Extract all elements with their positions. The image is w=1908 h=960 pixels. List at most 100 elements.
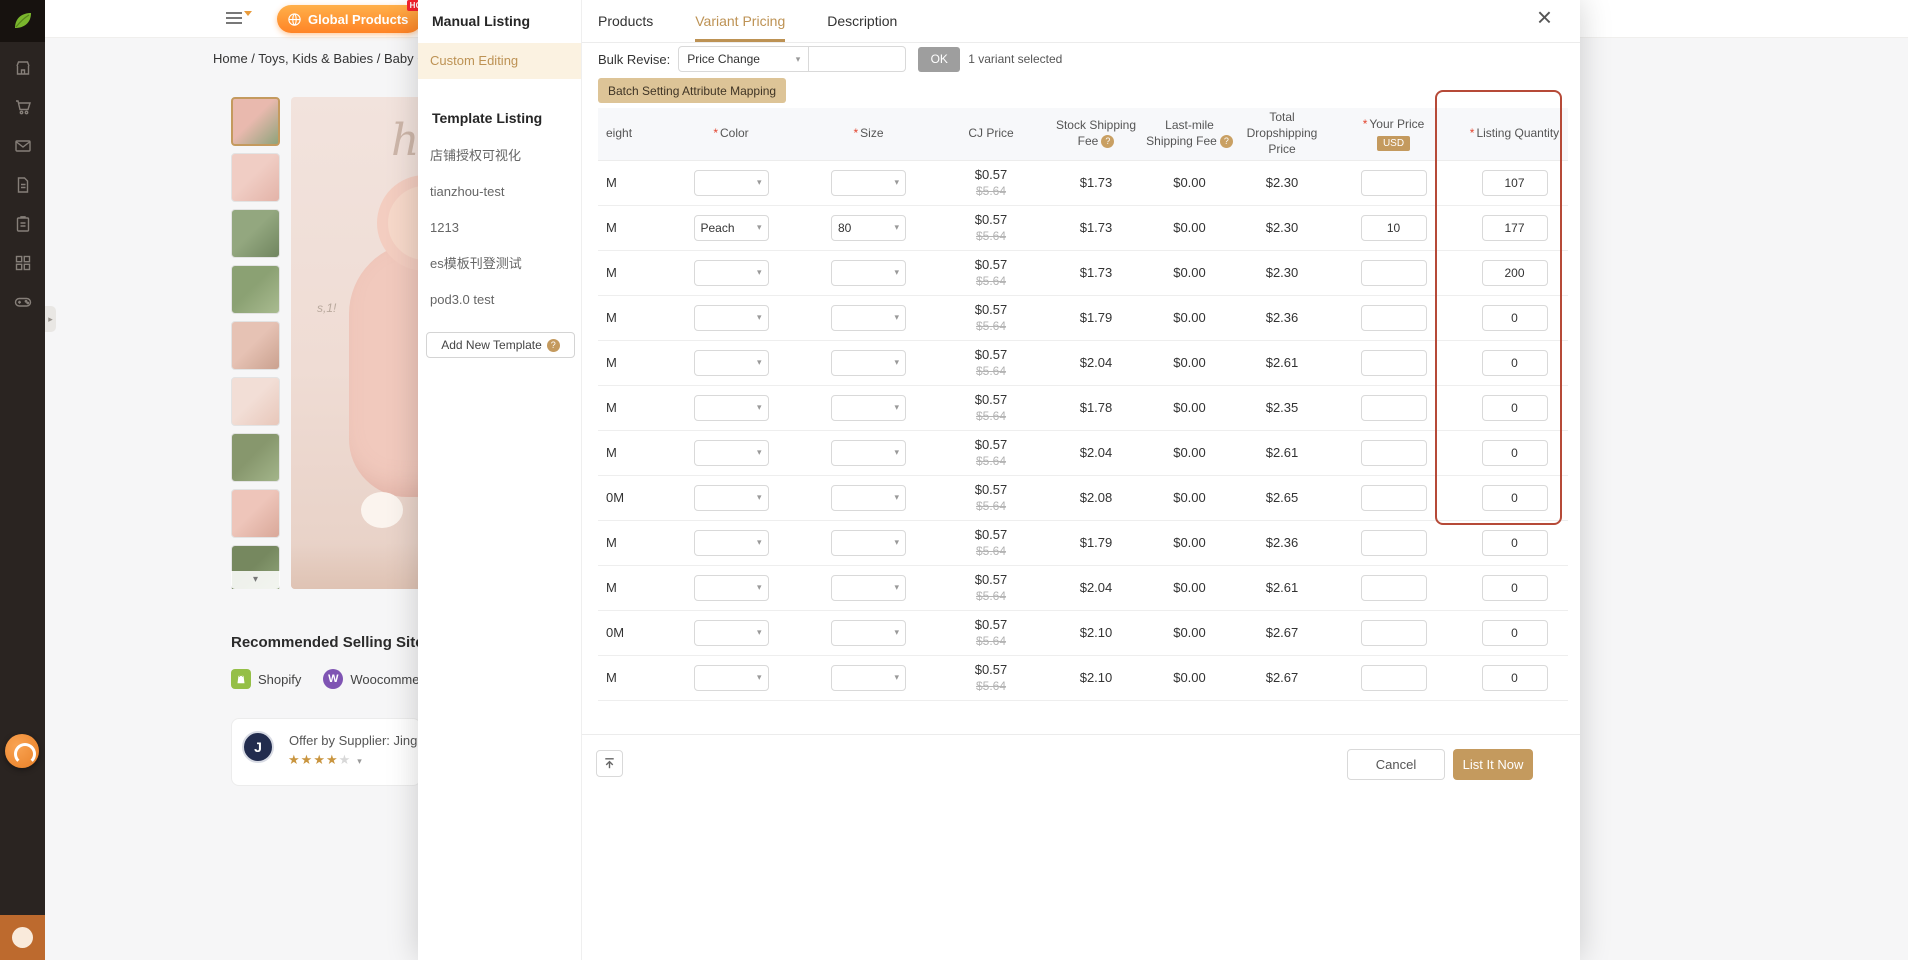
template-item[interactable]: 1213	[418, 210, 581, 246]
product-thumbnail[interactable]	[231, 153, 280, 202]
listing-qty-input[interactable]	[1482, 440, 1548, 466]
size-select[interactable]: ▾	[831, 440, 906, 466]
cancel-button[interactable]: Cancel	[1347, 749, 1445, 780]
template-item[interactable]: 店铺授权可视化	[418, 138, 581, 174]
product-thumbnail[interactable]	[231, 377, 280, 426]
your-price-input[interactable]	[1361, 350, 1427, 376]
size-select[interactable]: ▾	[831, 305, 906, 331]
color-select[interactable]: Peach▾	[694, 215, 769, 241]
size-select[interactable]: ▾	[831, 530, 906, 556]
your-price-input[interactable]	[1361, 305, 1427, 331]
listing-qty-input[interactable]	[1482, 620, 1548, 646]
mail-icon[interactable]	[13, 136, 33, 156]
listing-qty-input[interactable]	[1482, 170, 1548, 196]
support-bubble[interactable]	[5, 734, 39, 768]
sidebar-expand-handle[interactable]: ▸	[45, 306, 56, 332]
your-price-input[interactable]	[1361, 215, 1427, 241]
template-item[interactable]: tianzhou-test	[418, 174, 581, 210]
variant-weight-cell: M	[598, 385, 656, 430]
size-select[interactable]: ▾	[831, 170, 906, 196]
chevron-down-icon: ▾	[757, 402, 762, 413]
template-listing-title: Template Listing	[432, 110, 542, 126]
size-select[interactable]: 80▾	[831, 215, 906, 241]
your-price-input[interactable]	[1361, 395, 1427, 421]
your-price-input[interactable]	[1361, 170, 1427, 196]
size-select[interactable]: ▾	[831, 575, 906, 601]
variant-row: M ▾ ▾ $0.57 $5.64 $1.73 $0.00 $2.30	[598, 160, 1568, 205]
template-item[interactable]: pod3.0 test	[418, 282, 581, 318]
color-select[interactable]: ▾	[694, 530, 769, 556]
bulk-ok-button[interactable]: OK	[918, 47, 960, 72]
your-price-input[interactable]	[1361, 620, 1427, 646]
cart-icon[interactable]	[13, 97, 33, 117]
color-select[interactable]: ▾	[694, 305, 769, 331]
thumbnails-more-button[interactable]: ▾	[231, 571, 280, 589]
your-price-input[interactable]	[1361, 485, 1427, 511]
supplier-expand-icon[interactable]: ▾	[357, 756, 363, 766]
scroll-to-top-button[interactable]	[596, 750, 623, 777]
help-icon[interactable]: ?	[1220, 135, 1233, 148]
product-thumbnail[interactable]	[231, 321, 280, 370]
listing-qty-input[interactable]	[1482, 575, 1548, 601]
color-select[interactable]: ▾	[694, 170, 769, 196]
color-select[interactable]: ▾	[694, 440, 769, 466]
product-thumbnail[interactable]	[231, 433, 280, 482]
site-shopify[interactable]: Shopify	[231, 669, 301, 689]
clipboard-icon[interactable]	[13, 214, 33, 234]
tab-products[interactable]: Products	[598, 0, 653, 42]
listing-qty-input[interactable]	[1482, 530, 1548, 556]
color-select[interactable]: ▾	[694, 620, 769, 646]
color-select[interactable]: ▾	[694, 485, 769, 511]
listing-qty-input[interactable]	[1482, 305, 1548, 331]
listing-qty-input[interactable]	[1482, 260, 1548, 286]
size-select[interactable]: ▾	[831, 260, 906, 286]
bulk-revise-select[interactable]: Price Change ▾	[678, 46, 809, 72]
custom-editing-item[interactable]: Custom Editing	[418, 43, 581, 79]
sidebar-bottom-tile[interactable]	[0, 915, 45, 960]
listing-qty-input[interactable]	[1482, 485, 1548, 511]
size-select[interactable]: ▾	[831, 395, 906, 421]
listing-qty-input[interactable]	[1482, 215, 1548, 241]
listing-qty-input[interactable]	[1482, 395, 1548, 421]
color-select[interactable]: ▾	[694, 395, 769, 421]
apps-icon[interactable]	[13, 253, 33, 273]
color-select[interactable]: ▾	[694, 350, 769, 376]
listing-qty-input[interactable]	[1482, 350, 1548, 376]
size-select[interactable]: ▾	[831, 665, 906, 691]
cj-leaf-logo[interactable]	[0, 0, 45, 42]
close-icon[interactable]: ×	[1537, 2, 1552, 33]
batch-attribute-mapping-button[interactable]: Batch Setting Attribute Mapping	[598, 78, 786, 103]
size-select[interactable]: ▾	[831, 350, 906, 376]
document-icon[interactable]	[13, 175, 33, 195]
help-icon[interactable]: ?	[547, 339, 560, 352]
list-it-now-button[interactable]: List It Now	[1453, 749, 1533, 780]
menu-icon[interactable]	[225, 11, 243, 30]
store-icon[interactable]	[13, 58, 33, 78]
size-select[interactable]: ▾	[831, 485, 906, 511]
color-select[interactable]: ▾	[694, 665, 769, 691]
size-select[interactable]: ▾	[831, 620, 906, 646]
help-icon[interactable]: ?	[1101, 135, 1114, 148]
your-price-input[interactable]	[1361, 530, 1427, 556]
image-overlay-text: h	[391, 115, 419, 166]
product-thumbnail[interactable]	[231, 265, 280, 314]
your-price-input[interactable]	[1361, 665, 1427, 691]
your-price-input[interactable]	[1361, 440, 1427, 466]
global-products-button[interactable]: Global Products HOT	[277, 5, 422, 33]
bulk-revise-input[interactable]	[809, 46, 906, 72]
your-price-input[interactable]	[1361, 575, 1427, 601]
variant-weight-cell: M	[598, 250, 656, 295]
template-item[interactable]: es模板刊登测试	[418, 246, 581, 282]
gamepad-icon[interactable]	[13, 292, 33, 312]
product-thumbnail[interactable]	[231, 97, 280, 146]
listing-qty-input[interactable]	[1482, 665, 1548, 691]
product-thumbnail[interactable]	[231, 209, 280, 258]
color-select[interactable]: ▾	[694, 260, 769, 286]
add-new-template-button[interactable]: Add New Template ?	[426, 332, 575, 358]
tab-variant-pricing[interactable]: Variant Pricing	[695, 0, 785, 42]
color-select[interactable]: ▾	[694, 575, 769, 601]
your-price-input[interactable]	[1361, 260, 1427, 286]
tab-description[interactable]: Description	[827, 0, 897, 42]
product-thumbnail[interactable]	[231, 489, 280, 538]
breadcrumb[interactable]: Home / Toys, Kids & Babies / Baby Cl	[213, 51, 418, 66]
